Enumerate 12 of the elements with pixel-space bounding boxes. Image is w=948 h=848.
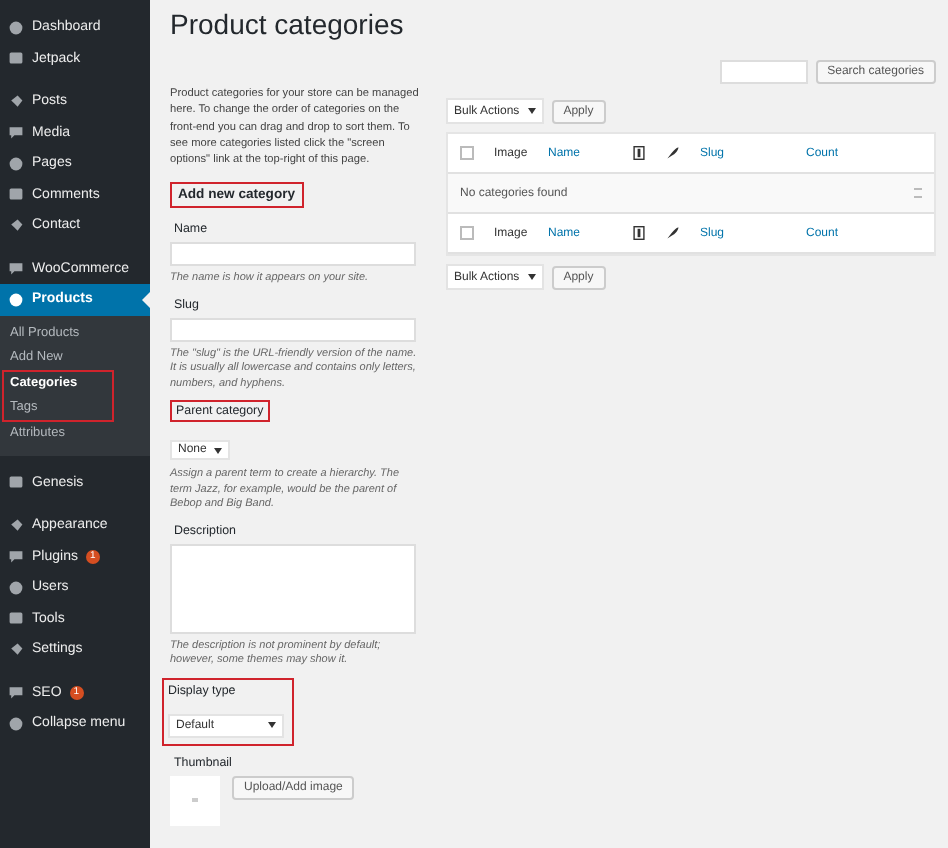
checkbox[interactable] bbox=[460, 226, 474, 240]
document-icon bbox=[632, 226, 646, 240]
page-title: Product categories bbox=[170, 8, 406, 40]
feather-icon bbox=[666, 146, 680, 160]
text-field[interactable] bbox=[170, 242, 416, 267]
search-field[interactable] bbox=[719, 60, 808, 84]
feather-icon bbox=[666, 226, 680, 240]
document-icon bbox=[632, 146, 646, 160]
description-field[interactable] bbox=[170, 543, 416, 634]
checkbox[interactable] bbox=[460, 146, 474, 160]
thumbnail-placeholder bbox=[170, 775, 220, 826]
text-field[interactable] bbox=[170, 317, 416, 342]
